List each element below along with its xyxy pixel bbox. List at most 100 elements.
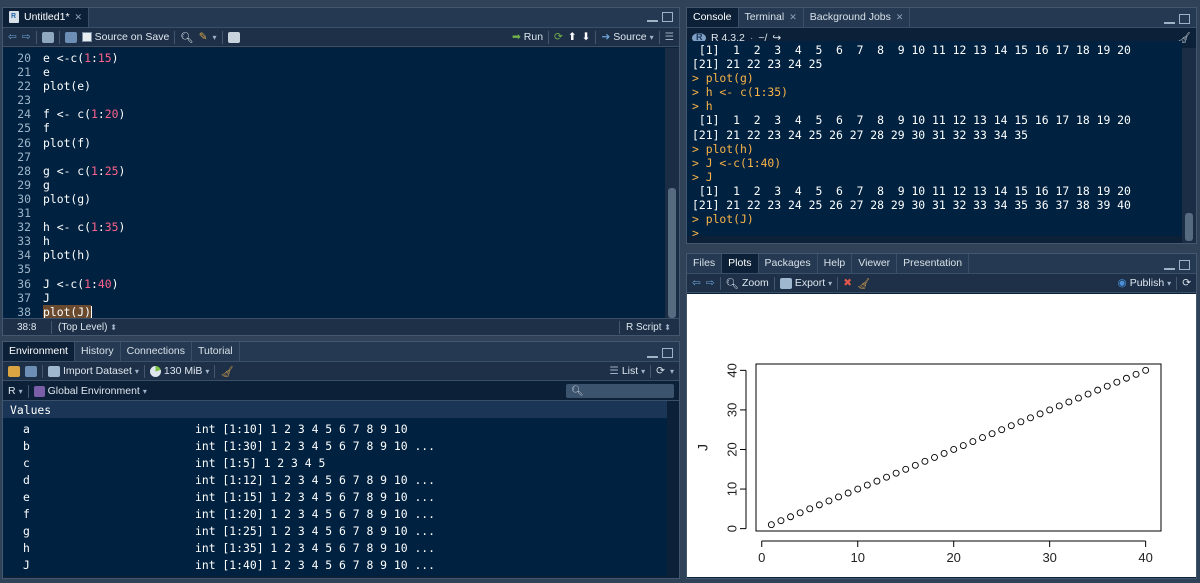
chevron-down-icon[interactable]: ▾ <box>670 367 674 376</box>
console-scrollbar[interactable] <box>1182 48 1196 243</box>
view-mode-button[interactable]: ☰ List ▾ <box>609 365 645 377</box>
language-selector[interactable]: R ▾ <box>8 385 23 397</box>
code-editor[interactable]: 20 e <-c(1:15) 21 e 22 plot(e) 23 24 f <- c(1:20… <box>3 48 665 326</box>
filetype-selector[interactable]: R Script ⬍ <box>620 322 679 333</box>
code-line[interactable]: 36 J <-c(1:40) <box>3 277 665 291</box>
tab-environment[interactable]: Environment <box>3 342 75 361</box>
code-tools-icon[interactable]: ✎ <box>199 31 208 43</box>
code-token: ) <box>118 220 126 235</box>
zoom-button[interactable]: 🔍︎ Zoom <box>726 277 769 290</box>
code-line[interactable]: 35 <box>3 262 665 276</box>
tab-console[interactable]: Console <box>687 8 739 27</box>
tab-plots[interactable]: Plots <box>722 254 759 273</box>
environment-selector[interactable]: Global Environment ▾ <box>33 385 147 397</box>
tab-connections[interactable]: Connections <box>120 342 192 361</box>
tab-history[interactable]: History <box>74 342 121 361</box>
save-workspace-icon[interactable] <box>25 365 37 377</box>
table-row[interactable]: b int [1:30] 1 2 3 4 5 6 7 8 9 10 ... <box>3 437 667 454</box>
code-line[interactable]: 26 plot(f) <box>3 136 665 150</box>
code-line[interactable]: 33 h <box>3 234 665 248</box>
rerun-icon[interactable]: ⟳ <box>554 31 563 43</box>
export-button[interactable]: Export ▾ <box>779 277 832 289</box>
code-line[interactable]: 37 J <box>3 291 665 305</box>
tab-background-jobs[interactable]: Background Jobs ✕ <box>803 8 911 27</box>
code-line[interactable]: 21 e <box>3 65 665 79</box>
clear-objects-icon[interactable]: 🧹︎ <box>220 365 233 378</box>
tab-untitled1[interactable]: R Untitled1* ✕ <box>3 8 90 27</box>
run-button[interactable]: ➡ Run <box>512 31 543 43</box>
tab-terminal[interactable]: Terminal ✕ <box>738 8 804 27</box>
maximize-icon[interactable] <box>1179 14 1190 24</box>
scrollbar-thumb[interactable] <box>668 188 676 318</box>
tab-presentation[interactable]: Presentation <box>897 254 970 273</box>
code-line[interactable]: 23 <box>3 93 665 107</box>
go-to-previous-icon[interactable]: ⬆ <box>568 31 577 43</box>
table-row[interactable]: h int [1:35] 1 2 3 4 5 6 7 8 9 10 ... <box>3 539 667 556</box>
data-point <box>892 469 900 477</box>
memory-usage-button[interactable]: 130 MiB ▾ <box>149 365 209 377</box>
scope-selector[interactable]: (Top Level) ⬍ <box>52 322 117 333</box>
code-line[interactable]: 38 plot(J) <box>3 304 665 319</box>
publish-button[interactable]: ◉ Publish ▾ <box>1118 277 1172 289</box>
close-icon[interactable]: ✕ <box>789 12 797 23</box>
search-input[interactable]: 🔍︎ <box>566 384 674 398</box>
table-row[interactable]: c int [1:5] 1 2 3 4 5 <box>3 454 667 471</box>
code-line[interactable]: 28 g <- c(1:25) <box>3 164 665 178</box>
go-to-next-icon[interactable]: ⬇ <box>582 31 591 43</box>
next-plot-icon[interactable]: ⇨ <box>706 277 715 289</box>
code-line[interactable]: 29 g <box>3 178 665 192</box>
refresh-icon[interactable]: ⟳ <box>656 365 665 377</box>
code-line[interactable]: 27 <box>3 150 665 164</box>
console-tabbar: Console Terminal ✕ Background Jobs ✕ <box>687 8 1196 28</box>
minimize-icon[interactable] <box>1164 260 1175 270</box>
table-row[interactable]: f int [1:20] 1 2 3 4 5 6 7 8 9 10 ... <box>3 505 667 522</box>
chevron-down-icon[interactable]: ▾ <box>213 33 217 42</box>
clear-plots-icon[interactable]: 🧹︎ <box>857 277 870 290</box>
source-on-save-checkbox[interactable]: Source on Save <box>81 31 170 43</box>
previous-plot-icon[interactable]: ⇦ <box>692 277 701 289</box>
source-on-save-label: Source on Save <box>94 31 170 43</box>
code-line[interactable]: 22 plot(e) <box>3 79 665 93</box>
console-output[interactable]: [1] 1 2 3 4 5 6 7 8 9 10 11 12 13 14 15 … <box>687 41 1182 236</box>
editor-scrollbar[interactable] <box>665 48 679 326</box>
tab-tutorial[interactable]: Tutorial <box>192 342 240 361</box>
load-workspace-icon[interactable] <box>8 365 20 377</box>
show-in-window-icon[interactable] <box>41 31 54 43</box>
remove-plot-icon[interactable]: ✖ <box>843 277 852 289</box>
code-line[interactable]: 34 plot(h) <box>3 248 665 262</box>
close-icon[interactable]: ✕ <box>75 12 83 23</box>
back-icon[interactable]: ⇦ <box>8 31 17 43</box>
code-line[interactable]: 31 <box>3 206 665 220</box>
maximize-icon[interactable] <box>662 12 673 22</box>
code-line[interactable]: 32 h <- c(1:35) <box>3 220 665 234</box>
search-icon[interactable]: 🔍︎ <box>180 31 193 44</box>
table-row[interactable]: d int [1:12] 1 2 3 4 5 6 7 8 9 10 ... <box>3 471 667 488</box>
tab-packages[interactable]: Packages <box>758 254 818 273</box>
save-icon[interactable] <box>64 31 77 43</box>
code-line[interactable]: 24 f <- c(1:20) <box>3 107 665 121</box>
tab-help[interactable]: Help <box>817 254 853 273</box>
tab-viewer[interactable]: Viewer <box>852 254 898 273</box>
table-row[interactable]: g int [1:25] 1 2 3 4 5 6 7 8 9 10 ... <box>3 522 667 539</box>
outline-icon[interactable]: ☰ <box>665 31 674 43</box>
compile-report-icon[interactable] <box>227 31 240 43</box>
refresh-icon[interactable]: ⟳ <box>1182 277 1191 289</box>
scrollbar-thumb[interactable] <box>1185 213 1193 241</box>
table-row[interactable]: Jint [1:40] 1 2 3 4 5 6 7 8 9 10 ... <box>3 556 667 573</box>
forward-icon[interactable]: ⇨ <box>22 31 31 43</box>
import-dataset-button[interactable]: Import Dataset ▾ <box>48 365 139 377</box>
data-point <box>940 449 948 457</box>
table-row[interactable]: e int [1:15] 1 2 3 4 5 6 7 8 9 10 ... <box>3 488 667 505</box>
maximize-icon[interactable] <box>1179 260 1190 270</box>
maximize-icon[interactable] <box>662 348 673 358</box>
table-row[interactable]: a int [1:10] 1 2 3 4 5 6 7 8 9 10 <box>3 420 667 437</box>
code-line[interactable]: 25 f <box>3 121 665 135</box>
minimize-icon[interactable] <box>647 12 658 22</box>
minimize-icon[interactable] <box>1164 14 1175 24</box>
tab-files[interactable]: Files <box>687 254 723 273</box>
code-line[interactable]: 30 plot(g) <box>3 192 665 206</box>
source-button[interactable]: ➔ Source ▾ <box>601 31 653 43</box>
code-line[interactable]: 20 e <-c(1:15) <box>3 51 665 65</box>
close-icon[interactable]: ✕ <box>896 12 904 23</box>
minimize-icon[interactable] <box>647 348 658 358</box>
